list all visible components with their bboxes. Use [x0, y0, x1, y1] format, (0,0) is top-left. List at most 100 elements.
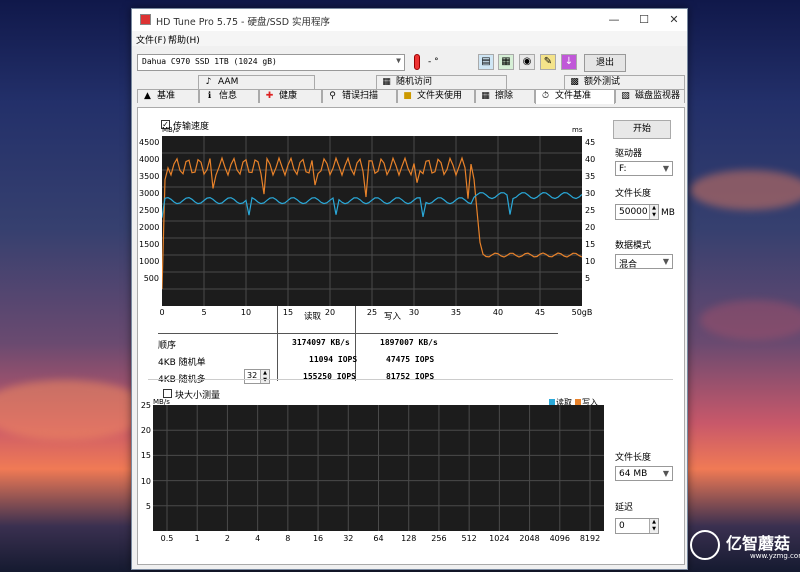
info-icon: ℹ: [207, 91, 212, 101]
results-vline: [355, 306, 356, 381]
axis-tick-label: 512: [461, 534, 477, 543]
tabs-row-top: ♪ AAM ▦ 随机访问 ▩ 额外测试: [137, 75, 685, 89]
drive-combo[interactable]: F: ▼: [615, 161, 673, 176]
data-mode-combo[interactable]: 混合 ▼: [615, 254, 673, 270]
axis-tick-label: 10: [240, 308, 252, 317]
copy-text-icon[interactable]: ▦: [498, 54, 514, 70]
row-4k-single-write: 47475 IOPS: [386, 355, 435, 364]
axis-tick-label: 2: [224, 534, 230, 543]
axis-tick-label: 3500: [139, 172, 160, 181]
axis-tick-label: 32: [343, 534, 354, 543]
y-right-unit: ms: [572, 126, 583, 134]
axis-tick-label: 15: [585, 240, 596, 249]
axis-tick-label: 45: [585, 138, 596, 147]
tab-disk-monitor[interactable]: ▧ 磁盘监视器: [615, 89, 685, 103]
axis-tick-label: 128: [401, 534, 417, 543]
axis-tick-label: 0: [159, 308, 165, 317]
axis-tick-label: 25: [585, 206, 596, 215]
tab-info[interactable]: ℹ 信息: [199, 89, 259, 103]
axis-tick-label: 25: [140, 401, 151, 410]
axis-tick-label: 45: [534, 308, 546, 317]
y-left-unit: MB/s: [162, 126, 179, 134]
window-title: HD Tune Pro 5.75 - 硬盘/SSD 实用程序: [156, 17, 331, 28]
axis-tick-label: 16: [312, 534, 324, 543]
stopwatch-icon: ⏱: [541, 91, 550, 101]
row-sequential-label: 顺序: [158, 341, 177, 351]
chevron-down-icon: ▼: [396, 56, 401, 65]
tab-benchmark-label: 基准: [157, 91, 176, 101]
hdtune-window: HD Tune Pro 5.75 - 硬盘/SSD 实用程序 — ☐ ✕ 文件(…: [131, 8, 688, 570]
axis-tick-label: 500: [143, 274, 159, 283]
tab-info-label: 信息: [219, 91, 238, 101]
tab-disk-monitor-label: 磁盘监视器: [635, 91, 681, 101]
tab-folder-usage-label: 文件夹使用: [417, 91, 463, 101]
axis-tick-label: 8: [285, 534, 291, 543]
tab-benchmark[interactable]: ▲ 基准: [137, 89, 199, 103]
block-file-length-combo[interactable]: 64 MB ▼: [615, 466, 673, 481]
tabs-row-bottom: ▲ 基准 ℹ 信息 ✚ 健康 ⚲ 错误扫描 ■ 文件夹使用 ▦ 擦除 ⏱ 文件基准 ▧ 磁盘监视…: [137, 89, 685, 104]
tab-random-access[interactable]: ▦ 随机访问: [376, 75, 507, 89]
minimize-button[interactable]: —: [599, 9, 629, 31]
watermark-url: www.yzmg.com: [750, 552, 800, 560]
axis-tick-label: 4: [255, 534, 261, 543]
menu-file[interactable]: 文件(F): [136, 33, 166, 46]
camera-icon[interactable]: ◉: [519, 54, 535, 70]
exit-button[interactable]: 退出: [584, 54, 626, 72]
axis-tick-label: 35: [450, 308, 462, 317]
axis-tick-label: 30: [408, 308, 420, 317]
options-icon[interactable]: ✎: [540, 54, 556, 70]
axis-tick-label: 15: [140, 451, 151, 461]
save-icon[interactable]: ↓: [561, 54, 577, 70]
file-length-unit: MB: [661, 208, 675, 218]
temperature-readout: - °: [428, 57, 439, 67]
menu-help[interactable]: 帮助(H): [168, 33, 200, 46]
spinner-arrows-icon[interactable]: ▲ ▼: [649, 519, 658, 533]
tab-error-scan-label: 错误扫描: [342, 91, 379, 101]
axis-tick-label: 40: [585, 155, 596, 164]
tab-file-benchmark[interactable]: ⏱ 文件基准: [535, 89, 615, 104]
app-icon: [140, 14, 151, 25]
axis-tick-label: 4500: [139, 138, 160, 147]
drive-select-value: Dahua C970 SSD 1TB (1024 gB): [142, 57, 277, 66]
axis-tick-label: 2048: [519, 534, 540, 543]
block-size-checkbox[interactable]: [163, 389, 172, 398]
tab-health-label: 健康: [279, 91, 298, 101]
maximize-button[interactable]: ☐: [629, 9, 659, 31]
axis-tick-label: 1500: [139, 240, 160, 249]
close-button[interactable]: ✕: [659, 9, 689, 31]
tab-erase[interactable]: ▦ 擦除: [475, 89, 535, 103]
tab-aam[interactable]: ♪ AAM: [198, 75, 315, 89]
background-cloud: [690, 170, 800, 210]
tab-folder-usage[interactable]: ■ 文件夹使用: [397, 89, 475, 103]
spinner-arrows-icon[interactable]: ▲ ▼: [260, 370, 269, 383]
tab-extra-tests[interactable]: ▩ 额外测试: [564, 75, 685, 89]
results-vline: [277, 306, 278, 381]
tab-health[interactable]: ✚ 健康: [259, 89, 322, 103]
axis-tick-label: 10: [140, 476, 151, 486]
drive-select[interactable]: Dahua C970 SSD 1TB (1024 gB) ▼: [137, 54, 405, 71]
chevron-down-icon: ▼: [662, 469, 669, 478]
file-length-spinner[interactable]: 50000 ▲ ▼: [615, 204, 659, 220]
axis-tick-label: 20: [585, 223, 596, 232]
row-4k-single-label: 4KB 随机单: [158, 358, 206, 368]
file-length-value: 50000: [619, 207, 648, 217]
tab-error-scan[interactable]: ⚲ 错误扫描: [322, 89, 397, 103]
delay-label: 延迟: [615, 503, 634, 513]
queue-depth-spinner[interactable]: 32 ▲ ▼: [244, 369, 270, 384]
title-bar[interactable]: HD Tune Pro 5.75 - 硬盘/SSD 实用程序 — ☐ ✕: [132, 9, 687, 31]
delay-spinner[interactable]: 0 ▲ ▼: [615, 518, 659, 534]
axis-tick-label: 5: [585, 274, 591, 283]
results-hline: [158, 333, 558, 334]
file-length-label: 文件长度: [615, 189, 652, 199]
folder-icon: ■: [403, 91, 412, 101]
start-button[interactable]: 开始: [613, 120, 671, 139]
block-file-length-value: 64 MB: [619, 469, 648, 479]
chevron-down-icon: ▼: [662, 164, 669, 173]
copy-info-icon[interactable]: ▤: [478, 54, 494, 70]
spinner-arrows-icon[interactable]: ▲ ▼: [649, 205, 658, 219]
transfer-speed-svg: [161, 136, 583, 306]
thermometer-icon: [414, 54, 420, 70]
tab-extra-tests-label: 额外测试: [584, 77, 621, 87]
axis-tick-label: 4096: [549, 534, 570, 543]
drive-label: 驱动器: [615, 149, 643, 159]
